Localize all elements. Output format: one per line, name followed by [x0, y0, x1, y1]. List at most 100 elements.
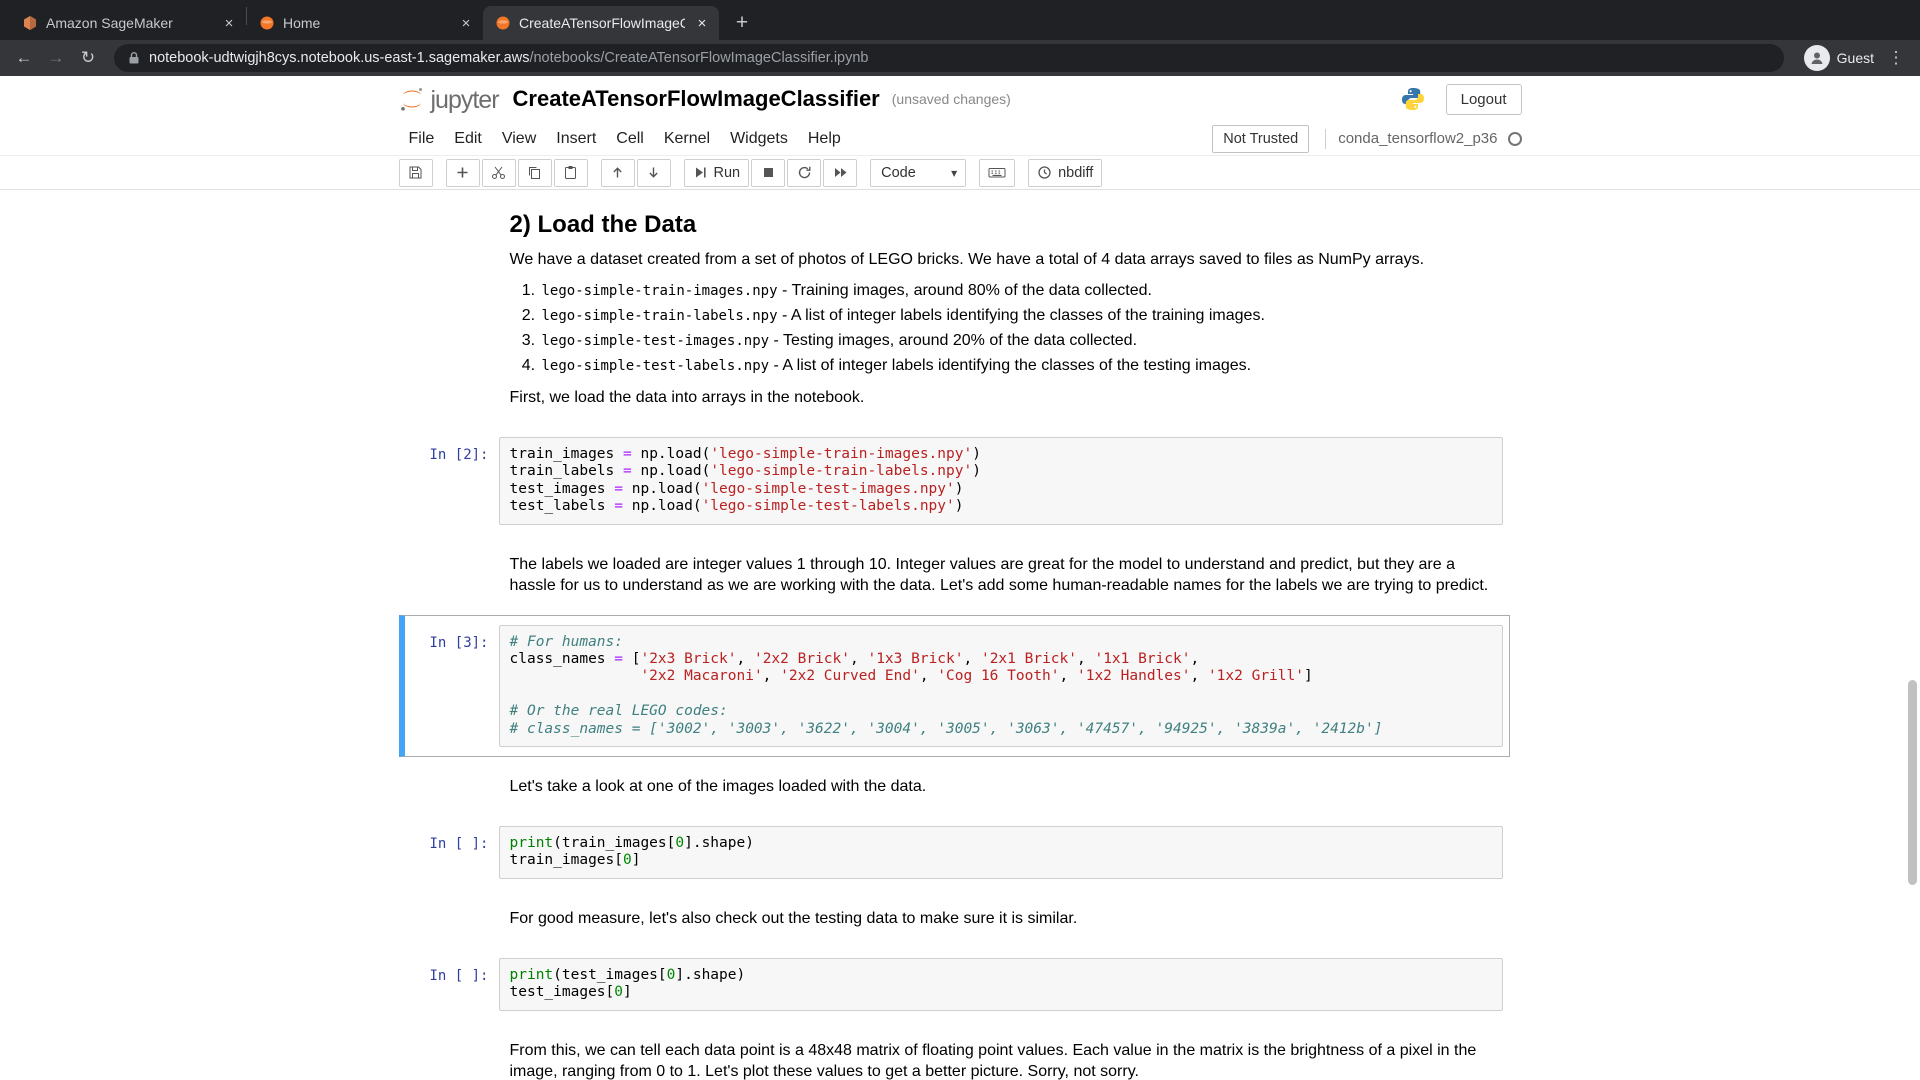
- notebook-cells: 2) Load the Data We have a dataset create…: [399, 190, 1522, 1080]
- move-cell-down-button[interactable]: [637, 159, 671, 187]
- profile-button[interactable]: Guest: [1804, 45, 1874, 71]
- save-button[interactable]: [399, 159, 433, 187]
- lock-icon: [128, 51, 140, 65]
- code-line: test_images[0]: [510, 984, 1492, 1001]
- screen: Amazon SageMaker × Home × CreateATensorF…: [0, 0, 1920, 1080]
- paragraph: The labels we loaded are integer values …: [510, 554, 1491, 596]
- inline-code: lego-simple-test-images.npy: [542, 333, 770, 349]
- cell-prompt: [405, 545, 499, 605]
- paragraph: From this, we can tell each data point i…: [510, 1040, 1491, 1080]
- python-logo-icon: [1400, 86, 1426, 112]
- forward-icon[interactable]: →: [42, 44, 70, 72]
- notebook-menubar: File Edit View Insert Cell Kernel Widget…: [0, 122, 1920, 156]
- menu-edit[interactable]: Edit: [444, 130, 492, 148]
- jupyter-logo-icon: [399, 86, 425, 112]
- sagemaker-favicon-icon: [22, 15, 38, 31]
- url-path: /notebooks/CreateATensorFlowImageClassif…: [529, 50, 868, 66]
- nbdiff-button[interactable]: nbdiff: [1028, 159, 1102, 187]
- inline-code: lego-simple-test-labels.npy: [542, 358, 770, 374]
- markdown-cell[interactable]: The labels we loaded are integer values …: [399, 535, 1510, 615]
- code-editor[interactable]: print(train_images[0].shape)train_images…: [499, 826, 1503, 879]
- code-line: test_images = np.load('lego-simple-test-…: [510, 481, 1492, 498]
- jupyter-logo[interactable]: jupyter: [399, 86, 499, 112]
- tab-close-icon[interactable]: ×: [693, 14, 711, 32]
- menu-widgets[interactable]: Widgets: [720, 130, 798, 148]
- code-editor[interactable]: print(test_images[0].shape)test_images[0…: [499, 958, 1503, 1011]
- code-editor[interactable]: train_images = np.load('lego-simple-trai…: [499, 437, 1503, 525]
- code-cell[interactable]: In [2]:train_images = np.load('lego-simp…: [399, 427, 1510, 535]
- browser-tab-strip: Amazon SageMaker × Home × CreateATensorF…: [0, 0, 1920, 40]
- code-cell[interactable]: In [ ]:print(test_images[0].shape)test_i…: [399, 948, 1510, 1021]
- scrollbar-thumb[interactable]: [1908, 680, 1917, 885]
- run-button[interactable]: Run: [684, 159, 750, 187]
- code-line: # class_names = ['3002', '3003', '3622',…: [510, 721, 1492, 738]
- copy-cells-button[interactable]: [518, 159, 552, 187]
- logout-button[interactable]: Logout: [1446, 84, 1522, 115]
- tab-title: Amazon SageMaker: [46, 15, 212, 31]
- code-line: # Or the real LEGO codes:: [510, 703, 1492, 720]
- code-editor[interactable]: # For humans:class_names = ['2x3 Brick',…: [499, 625, 1503, 747]
- code-cell[interactable]: In [ ]:print(train_images[0].shape)train…: [399, 816, 1510, 889]
- markdown-cell[interactable]: Let's take a look at one of the images l…: [399, 757, 1510, 816]
- markdown-body: The labels we loaded are integer values …: [499, 545, 1509, 605]
- tab-title: CreateATensorFlowImageClass: [519, 15, 685, 31]
- cell-prompt: [405, 1031, 499, 1080]
- paragraph: We have a dataset created from a set of …: [510, 249, 1491, 270]
- menu-insert[interactable]: Insert: [546, 130, 606, 148]
- tab-close-icon[interactable]: ×: [457, 14, 475, 32]
- browser-tab-notebook[interactable]: CreateATensorFlowImageClass ×: [483, 6, 719, 40]
- move-cell-up-button[interactable]: [601, 159, 635, 187]
- tab-title: Home: [283, 15, 449, 31]
- not-trusted-button[interactable]: Not Trusted: [1212, 125, 1309, 153]
- cell-input-wrap: train_images = np.load('lego-simple-trai…: [499, 437, 1509, 525]
- markdown-body: From this, we can tell each data point i…: [499, 1031, 1509, 1080]
- paste-cells-button[interactable]: [554, 159, 588, 187]
- cell-type-select[interactable]: Code ▾: [870, 159, 966, 187]
- paragraph: For good measure, let's also check out t…: [510, 908, 1491, 929]
- code-line: print(test_images[0].shape): [510, 967, 1492, 984]
- cut-cells-button[interactable]: [482, 159, 516, 187]
- menu-cell[interactable]: Cell: [606, 130, 654, 148]
- jupyter-favicon-icon: [495, 15, 511, 31]
- code-cell[interactable]: In [3]:# For humans:class_names = ['2x3 …: [399, 615, 1510, 757]
- menu-help[interactable]: Help: [798, 130, 851, 148]
- code-line: [510, 686, 1492, 703]
- notebook-header: jupyter CreateATensorFlowImageClassifier…: [0, 76, 1920, 122]
- cell-input-wrap: print(test_images[0].shape)test_images[0…: [499, 958, 1509, 1011]
- new-tab-button[interactable]: +: [727, 8, 757, 38]
- markdown-cell[interactable]: 2) Load the Data We have a dataset create…: [399, 196, 1510, 427]
- menu-file[interactable]: File: [399, 130, 445, 148]
- section-heading: 2) Load the Data: [510, 210, 1491, 240]
- user-avatar-icon: [1804, 45, 1830, 71]
- browser-menu-icon[interactable]: ⋮: [1882, 44, 1910, 72]
- markdown-cell[interactable]: From this, we can tell each data point i…: [399, 1021, 1510, 1080]
- back-icon[interactable]: ←: [10, 44, 38, 72]
- markdown-body: For good measure, let's also check out t…: [499, 899, 1509, 938]
- interrupt-kernel-button[interactable]: [751, 159, 785, 187]
- notebook-area: 2) Load the Data We have a dataset create…: [0, 190, 1920, 1080]
- code-line: train_images[0]: [510, 852, 1492, 869]
- run-label: Run: [714, 165, 741, 181]
- inline-code: lego-simple-train-images.npy: [542, 283, 778, 299]
- cell-prompt: [405, 899, 499, 938]
- add-cell-button[interactable]: [446, 159, 480, 187]
- command-palette-button[interactable]: [979, 159, 1015, 187]
- restart-run-all-button[interactable]: [823, 159, 857, 187]
- kernel-name: conda_tensorflow2_p36: [1338, 130, 1497, 147]
- notebook-title[interactable]: CreateATensorFlowImageClassifier: [513, 86, 880, 112]
- tab-close-icon[interactable]: ×: [220, 14, 238, 32]
- address-bar[interactable]: notebook-udtwigjh8cys.notebook.us-east-1…: [114, 44, 1784, 72]
- divider: [1325, 129, 1326, 149]
- reload-icon[interactable]: ↻: [74, 44, 102, 72]
- browser-tab-home[interactable]: Home ×: [247, 6, 483, 40]
- profile-label: Guest: [1837, 50, 1874, 66]
- cell-prompt: In [2]:: [405, 437, 499, 525]
- restart-kernel-button[interactable]: [787, 159, 821, 187]
- notebook-toolbar: Run Code ▾: [0, 156, 1920, 190]
- browser-tab-sagemaker[interactable]: Amazon SageMaker ×: [10, 6, 246, 40]
- code-line: class_names = ['2x3 Brick', '2x2 Brick',…: [510, 651, 1492, 668]
- menu-kernel[interactable]: Kernel: [654, 130, 720, 148]
- menu-view[interactable]: View: [492, 130, 546, 148]
- url-host: notebook-udtwigjh8cys.notebook.us-east-1…: [149, 50, 529, 66]
- markdown-cell[interactable]: For good measure, let's also check out t…: [399, 889, 1510, 948]
